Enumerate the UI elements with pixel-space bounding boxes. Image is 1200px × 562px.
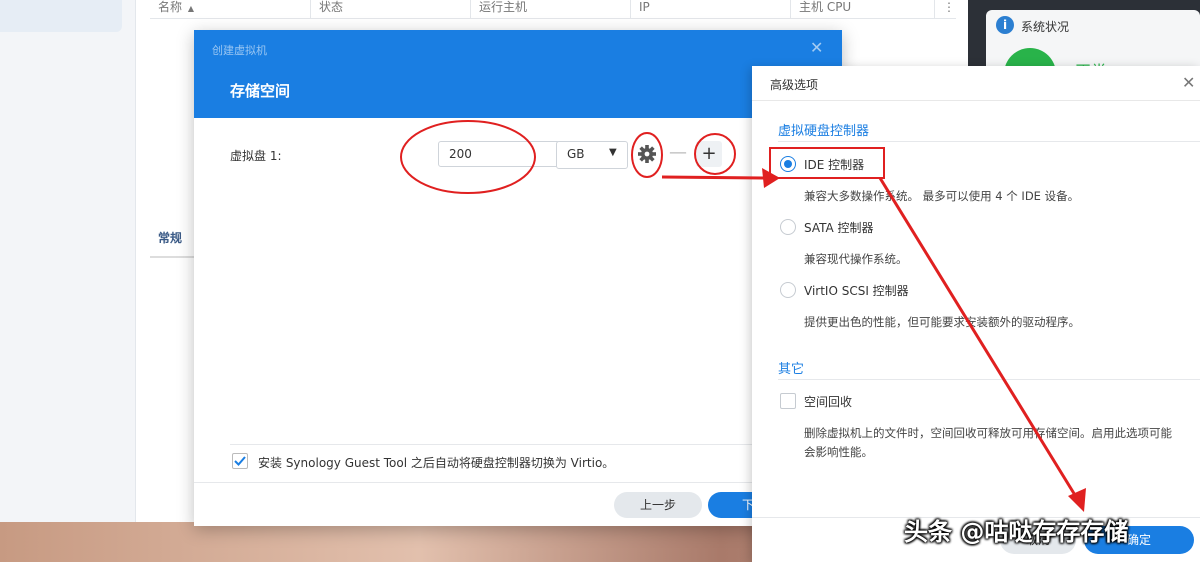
create-vm-dialog: 创建虚拟机 ✕ 存储空间 虚拟盘 1: 200 GB ▼ — + 安装 Syno…	[194, 30, 862, 526]
add-disk-button[interactable]: +	[696, 141, 722, 167]
close-icon[interactable]: ✕	[810, 38, 823, 57]
auto-switch-label: 安装 Synology Guest Tool 之后自动将硬盘控制器切换为 Vir…	[258, 456, 615, 470]
section-other: 其它	[778, 362, 805, 377]
virtual-disk-label: 虚拟盘 1:	[230, 149, 282, 163]
chevron-down-icon: ▼	[609, 147, 617, 158]
space-reclaim-desc-line1: 删除虚拟机上的文件时，空间回收可释放可用存储空间。启用此选项可能	[804, 426, 1172, 440]
column-name-label: 名称	[158, 0, 183, 14]
space-reclaim-desc-line2: 会影响性能。	[804, 445, 873, 459]
radio-sata[interactable]	[780, 219, 796, 235]
disk-unit-select[interactable]: GB ▼	[556, 141, 628, 169]
close-icon[interactable]: ✕	[1182, 73, 1195, 92]
dialog-step-title: 存储空间	[230, 82, 291, 100]
radio-ide[interactable]	[780, 156, 796, 172]
option-sata-label: SATA 控制器	[804, 221, 874, 235]
caret-up-icon: ▲	[187, 4, 194, 13]
column-host-cpu-label: 主机 CPU	[799, 0, 852, 14]
column-ip[interactable]: IP	[630, 0, 791, 18]
space-reclaim-checkbox[interactable]	[780, 393, 796, 409]
auto-switch-checkbox[interactable]	[232, 453, 248, 469]
option-ide-label: IDE 控制器	[804, 158, 865, 172]
advanced-options-panel: 高级选项 ✕ 虚拟硬盘控制器 IDE 控制器 兼容大多数操作系统。 最多可以使用…	[752, 66, 1200, 562]
column-name[interactable]: 名称 ▲	[150, 0, 310, 18]
watermark-text: 头条 @咕哒存存存储	[904, 518, 1129, 546]
advanced-header: 高级选项 ✕	[752, 66, 1200, 101]
unit-value: GB	[567, 147, 585, 161]
section-disk-controller: 虚拟硬盘控制器	[778, 124, 870, 139]
section-divider	[778, 379, 1200, 380]
option-virtio-label: VirtIO SCSI 控制器	[804, 284, 909, 298]
section-divider	[778, 141, 1200, 142]
remove-disk-button[interactable]: —	[666, 141, 690, 167]
column-host[interactable]: 运行主机	[470, 0, 631, 18]
gear-icon[interactable]	[634, 141, 660, 167]
column-status-label: 状态	[319, 0, 344, 14]
radio-virtio-scsi[interactable]	[780, 282, 796, 298]
dialog-window-title: 创建虚拟机	[212, 44, 267, 57]
divider	[230, 444, 790, 445]
check-icon	[234, 456, 246, 466]
widget-title: 系统状况	[1021, 20, 1070, 34]
footer-divider	[194, 482, 842, 483]
dialog-header: 创建虚拟机 ✕ 存储空间	[194, 30, 842, 118]
previous-button[interactable]: 上一步	[614, 492, 702, 518]
column-host-label: 运行主机	[479, 0, 528, 14]
column-ip-label: IP	[639, 0, 650, 14]
option-ide-desc: 兼容大多数操作系统。 最多可以使用 4 个 IDE 设备。	[804, 189, 1080, 203]
option-virtio-desc: 提供更出色的性能，但可能要求安装额外的驱动程序。	[804, 315, 1080, 329]
vm-table-header: 名称 ▲ 状态 运行主机 IP 主机 CPU ⋮	[150, 0, 956, 19]
column-host-cpu[interactable]: 主机 CPU	[790, 0, 935, 18]
left-navigation-panel	[0, 0, 136, 522]
advanced-title: 高级选项	[770, 78, 819, 92]
nav-selected-item[interactable]	[0, 0, 122, 32]
vertical-dots-icon[interactable]: ⋮	[934, 0, 957, 18]
info-icon: i	[996, 16, 1014, 34]
space-reclaim-label: 空间回收	[804, 395, 853, 409]
option-sata-desc: 兼容现代操作系统。	[804, 252, 908, 266]
disk-size-input[interactable]: 200	[438, 141, 560, 167]
column-status[interactable]: 状态	[310, 0, 471, 18]
